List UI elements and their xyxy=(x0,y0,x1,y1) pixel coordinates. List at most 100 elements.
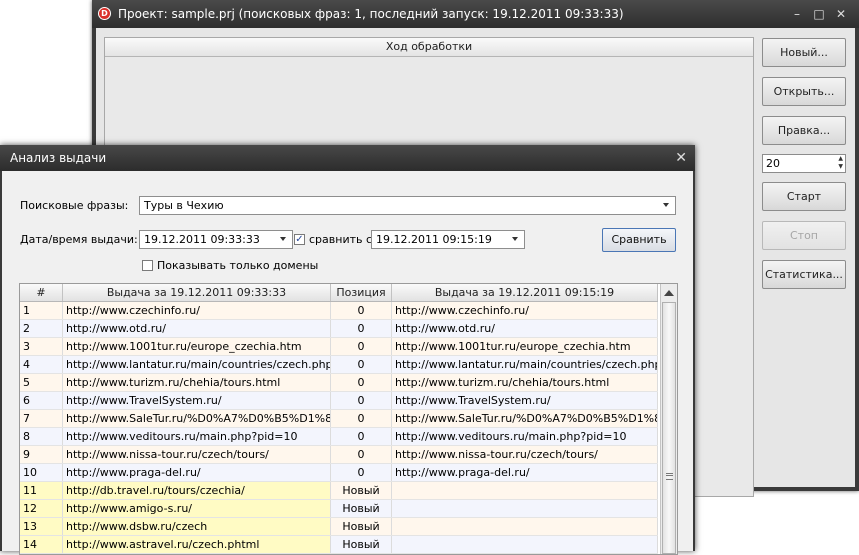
row-number-cell: 9 xyxy=(20,446,63,463)
table-row[interactable]: 6 http://www.TravelSystem.ru/0 http://www.… xyxy=(20,392,658,410)
previous-serp-url-cell: http://www.nissa-tour.ru/czech/tours/ xyxy=(392,446,658,463)
datetime-value: 19.12.2011 09:33:33 xyxy=(144,233,260,246)
maximize-icon[interactable]: □ xyxy=(811,6,827,22)
chevron-down-icon xyxy=(280,237,286,241)
table-row[interactable]: 10 http://www.praga-del.ru/0 http://www.pr… xyxy=(20,464,658,482)
domains-only-checkbox[interactable] xyxy=(142,260,153,271)
start-button[interactable]: Старт xyxy=(762,182,846,211)
position-cell: 0 xyxy=(331,446,392,463)
row-number-cell: 8 xyxy=(20,428,63,445)
results-rows: 1 http://www.czechinfo.ru/0 http://www.cze… xyxy=(20,302,658,554)
previous-serp-url-cell: http://www.lantatur.ru/main/countries/cz… xyxy=(392,356,658,373)
current-serp-url-cell: http://www.czechinfo.ru/ xyxy=(63,302,331,319)
position-cell: 0 xyxy=(331,392,392,409)
compare-with-checkbox[interactable]: ✓ xyxy=(294,234,305,245)
current-serp-url-cell: http://www.amigo-s.ru/ xyxy=(63,500,331,517)
stop-button[interactable]: Стоп xyxy=(762,221,846,250)
dialog-title: Анализ выдачи xyxy=(10,151,107,165)
row-number-cell: 7 xyxy=(20,410,63,427)
chevron-down-icon xyxy=(512,237,518,241)
position-cell: 0 xyxy=(331,356,392,373)
table-row[interactable]: 3 http://www.1001tur.ru/europe_czechia.ht… xyxy=(20,338,658,356)
minimize-icon[interactable]: – xyxy=(789,6,805,22)
search-phrase-value: Туры в Чехию xyxy=(144,199,224,212)
table-row[interactable]: 9 http://www.nissa-tour.ru/czech/tours/0 h… xyxy=(20,446,658,464)
datetime-select[interactable]: 19.12.2011 09:33:33 xyxy=(139,230,293,249)
table-row[interactable]: 4 http://www.lantatur.ru/main/countries/c… xyxy=(20,356,658,374)
column-header-current-serp[interactable]: Выдача за 19.12.2011 09:33:33 xyxy=(63,284,331,301)
serp-analysis-dialog: Анализ выдачи ✕ Поисковые фразы: Туры в … xyxy=(0,145,695,555)
compare-with-label[interactable]: сравнить с xyxy=(309,233,372,246)
current-serp-url-cell: http://www.TravelSystem.ru/ xyxy=(63,392,331,409)
chevron-down-icon xyxy=(663,203,669,207)
table-row[interactable]: 11 http://db.travel.ru/tours/czechia/Новы… xyxy=(20,482,658,500)
previous-serp-url-cell: http://www.turizm.ru/chehia/tours.html xyxy=(392,374,658,391)
position-cell: Новый xyxy=(331,518,392,535)
position-cell: 0 xyxy=(331,320,392,337)
open-project-button[interactable]: Открыть... xyxy=(762,77,846,106)
row-number-cell: 12 xyxy=(20,500,63,517)
row-number-cell: 2 xyxy=(20,320,63,337)
column-header-position[interactable]: Позиция xyxy=(331,284,392,301)
domains-only-label[interactable]: Показывать только домены xyxy=(157,259,318,272)
previous-serp-url-cell: http://www.czechinfo.ru/ xyxy=(392,302,658,319)
table-row[interactable]: 8 http://www.veditours.ru/main.php?pid=10… xyxy=(20,428,658,446)
current-serp-url-cell: http://www.praga-del.ru/ xyxy=(63,464,331,481)
dialog-titlebar[interactable]: Анализ выдачи ✕ xyxy=(0,145,695,171)
current-serp-url-cell: http://www.SaleTur.ru/%D0%A7%D0%B5%D1%85… xyxy=(63,410,331,427)
current-serp-url-cell: http://db.travel.ru/tours/czechia/ xyxy=(63,482,331,499)
current-serp-url-cell: http://www.otd.ru/ xyxy=(63,320,331,337)
column-header-number[interactable]: # xyxy=(20,284,63,301)
table-row[interactable]: 12 http://www.amigo-s.ru/Новый xyxy=(20,500,658,518)
scrollbar-grip-icon xyxy=(666,473,673,480)
main-window-title: Проект: sample.prj (поисковых фраз: 1, п… xyxy=(118,7,624,21)
table-row[interactable]: 7 http://www.SaleTur.ru/%D0%A7%D0%B5%D1%8… xyxy=(20,410,658,428)
main-titlebar[interactable]: D Проект: sample.prj (поисковых фраз: 1,… xyxy=(92,0,859,28)
compare-datetime-select[interactable]: 19.12.2011 09:15:19 xyxy=(371,230,525,249)
column-header-previous-serp[interactable]: Выдача за 19.12.2011 09:15:19 xyxy=(392,284,658,301)
scroll-up-icon[interactable] xyxy=(664,290,674,296)
table-row[interactable]: 1 http://www.czechinfo.ru/0 http://www.cze… xyxy=(20,302,658,320)
previous-serp-url-cell: http://www.otd.ru/ xyxy=(392,320,658,337)
new-project-button[interactable]: Новый... xyxy=(762,38,846,67)
table-row[interactable]: 14 http://www.astravel.ru/czech.phtml Новы… xyxy=(20,536,658,554)
row-number-cell: 10 xyxy=(20,464,63,481)
row-number-cell: 14 xyxy=(20,536,63,553)
statistics-button[interactable]: Статистика... xyxy=(762,260,846,289)
compare-button[interactable]: Сравнить xyxy=(602,228,676,252)
dialog-close-icon[interactable]: ✕ xyxy=(675,150,687,166)
scrollbar-thumb[interactable] xyxy=(662,302,676,554)
edit-project-button[interactable]: Правка... xyxy=(762,116,846,145)
threads-spinner[interactable]: 20 ▲ ▼ xyxy=(762,154,846,173)
previous-serp-url-cell xyxy=(392,536,658,553)
compare-datetime-value: 19.12.2011 09:15:19 xyxy=(376,233,492,246)
results-vertical-scrollbar[interactable] xyxy=(660,284,677,554)
position-cell: 0 xyxy=(331,464,392,481)
table-row[interactable]: 5 http://www.turizm.ru/chehia/tours.html 0… xyxy=(20,374,658,392)
table-row[interactable]: 2 http://www.otd.ru/0 http://www.otd.ru/ xyxy=(20,320,658,338)
current-serp-url-cell: http://www.dsbw.ru/czech xyxy=(63,518,331,535)
current-serp-url-cell: http://www.turizm.ru/chehia/tours.html xyxy=(63,374,331,391)
table-row[interactable]: 13 http://www.dsbw.ru/czech Новый xyxy=(20,518,658,536)
dialog-body: Поисковые фразы: Туры в Чехию Дата/время… xyxy=(2,171,693,555)
row-number-cell: 4 xyxy=(20,356,63,373)
position-cell: 0 xyxy=(331,302,392,319)
row-number-cell: 6 xyxy=(20,392,63,409)
current-serp-url-cell: http://www.lantatur.ru/main/countries/cz… xyxy=(63,356,331,373)
previous-serp-url-cell: http://www.praga-del.ru/ xyxy=(392,464,658,481)
previous-serp-url-cell: http://www.1001tur.ru/europe_czechia.htm xyxy=(392,338,658,355)
spinner-arrows-icon[interactable]: ▲ ▼ xyxy=(838,155,843,171)
search-phrase-select[interactable]: Туры в Чехию xyxy=(139,196,676,215)
close-icon[interactable]: ✕ xyxy=(833,6,849,22)
previous-serp-url-cell: http://www.TravelSystem.ru/ xyxy=(392,392,658,409)
previous-serp-url-cell: http://www.SaleTur.ru/%D0%A7%D0%B5%D1%85… xyxy=(392,410,658,427)
previous-serp-url-cell xyxy=(392,500,658,517)
row-number-cell: 1 xyxy=(20,302,63,319)
row-number-cell: 3 xyxy=(20,338,63,355)
results-table[interactable]: # Выдача за 19.12.2011 09:33:33 Позиция … xyxy=(19,283,678,555)
app-logo-icon: D xyxy=(98,7,111,20)
position-cell: Новый xyxy=(331,482,392,499)
position-cell: Новый xyxy=(331,500,392,517)
processing-log-header: Ход обработки xyxy=(105,38,753,57)
position-cell: 0 xyxy=(331,428,392,445)
